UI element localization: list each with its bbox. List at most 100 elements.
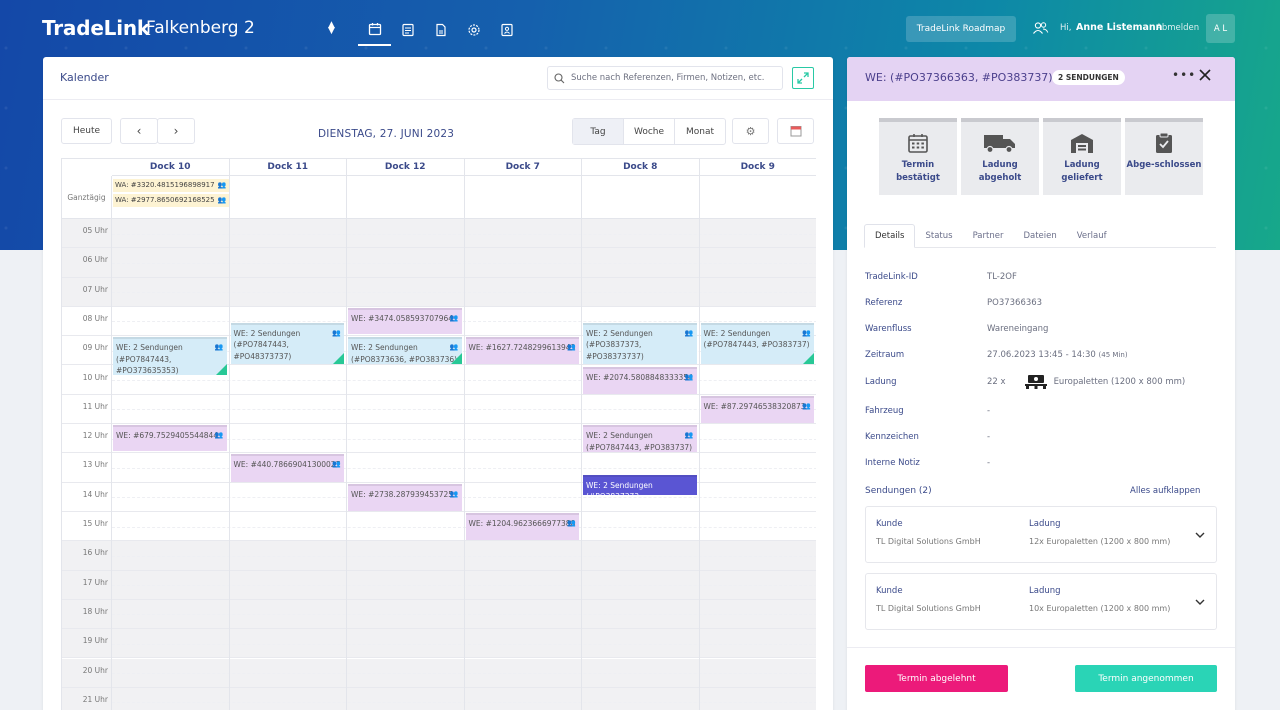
dock-column-header[interactable]: Dock 12: [347, 159, 465, 176]
accept-button[interactable]: Termin angenommen: [1075, 665, 1217, 692]
people-icon: 👥: [332, 328, 341, 337]
chevron-right-icon: ›: [173, 124, 179, 138]
allday-cell[interactable]: [582, 176, 700, 219]
hour-label: 16 Uhr: [82, 548, 108, 558]
calendar-event[interactable]: WE: #1204.9623666977388 👥: [465, 513, 579, 541]
confirmed-corner-icon: [450, 353, 462, 365]
view-month-button[interactable]: Monat: [675, 119, 725, 144]
contacts-icon[interactable]: [490, 14, 523, 46]
calendar-event[interactable]: WE: #87.29746538320873 👥: [700, 395, 814, 424]
people-icon: 👥: [567, 343, 576, 352]
shipment-card[interactable]: Kunde Ladung TL Digital Solutions GmbH 1…: [865, 573, 1217, 630]
calendar-settings-button[interactable]: ⚙: [732, 118, 769, 144]
hour-label: 18 Uhr: [82, 606, 108, 616]
calendar-event[interactable]: WE: #1627.7248299613943 👥: [465, 337, 579, 365]
dock-column-header[interactable]: Dock 7: [464, 159, 582, 176]
shipment-customer: TL Digital Solutions GmbH: [876, 537, 981, 546]
hour-row: 19 Uhr: [62, 629, 816, 659]
shipment-load: 10x Europaletten (1200 x 800 mm): [1029, 604, 1171, 613]
calendar-event[interactable]: WE: #440.78669041300027 👥: [230, 454, 344, 482]
allday-event[interactable]: WA: #2977.8650692168525 👥: [113, 194, 229, 207]
dock-column-header[interactable]: Dock 8: [582, 159, 700, 176]
calendar-export-button[interactable]: [777, 118, 814, 144]
search-input[interactable]: [571, 73, 771, 83]
expand-all-link[interactable]: Alles aufklappen: [1130, 486, 1200, 496]
people-icon: 👥: [449, 489, 459, 498]
location-toggle-icon[interactable]: ▲ ▼: [328, 21, 335, 36]
hour-label: 11 Uhr: [82, 401, 108, 411]
allday-cell[interactable]: [229, 176, 347, 219]
tab-details[interactable]: Details: [864, 224, 916, 248]
confirmed-corner-icon: [215, 363, 227, 375]
next-day-button[interactable]: ›: [157, 118, 195, 144]
more-options-icon[interactable]: •••: [1172, 68, 1196, 82]
dock-column-header[interactable]: Dock 9: [699, 159, 816, 176]
confirmed-corner-icon: [803, 353, 814, 365]
allday-cell[interactable]: [347, 176, 465, 219]
shipment-card[interactable]: Kunde Ladung TL Digital Solutions GmbH 1…: [865, 506, 1217, 563]
calendar-icon[interactable]: [358, 14, 391, 46]
gear-icon[interactable]: [457, 14, 490, 46]
expand-icon[interactable]: [792, 67, 814, 89]
status-step-picked-up[interactable]: Ladung abgeholt: [961, 118, 1039, 195]
view-day-button[interactable]: Tag: [573, 119, 624, 144]
tab-partner[interactable]: Partner: [963, 224, 1014, 248]
event-label: WE: 2 Sendungen (#PO7847443, #PO383737): [586, 431, 693, 452]
panel-header: WE: (#PO37366363, #PO383737) 2 SENDUNGEN…: [847, 57, 1235, 101]
logout-link[interactable]: Abmelden: [1156, 23, 1199, 33]
hour-label: 12 Uhr: [82, 431, 108, 441]
allday-event-label: WA: #2977.8650692168525: [115, 196, 215, 204]
hour-label: 06 Uhr: [82, 255, 108, 265]
allday-cell[interactable]: [699, 176, 816, 219]
status-step-confirmed[interactable]: Termin bestätigt: [879, 118, 957, 195]
calendar-event[interactable]: WE: 2 Sendungen (#PO7847443, #PO48373737…: [230, 322, 344, 365]
chevron-down-icon[interactable]: [1194, 529, 1206, 541]
close-icon[interactable]: [1198, 67, 1212, 86]
allday-event[interactable]: WA: #3320.4815196898917 👥: [113, 179, 229, 192]
status-step-completed[interactable]: Abge-schlossen: [1125, 118, 1203, 195]
user-name[interactable]: Anne Listemann: [1076, 22, 1162, 33]
calendar-event[interactable]: WE: 2 Sendungen (#PO3837373...: [583, 474, 697, 495]
chevron-down-icon[interactable]: [1194, 596, 1206, 608]
dock-column-header[interactable]: Dock 11: [229, 159, 347, 176]
view-week-button[interactable]: Woche: [624, 119, 675, 144]
shipment-customer: TL Digital Solutions GmbH: [876, 604, 981, 613]
brand-logo[interactable]: TradeLink: [42, 16, 150, 40]
calendar-event[interactable]: WE: 2 Sendungen (#PO7847443, #PO383737) 👥: [700, 322, 814, 365]
calendar-event[interactable]: WE: 2 Sendungen (#PO7847443, #PO37363535…: [113, 337, 227, 375]
hour-label: 19 Uhr: [82, 636, 108, 646]
appointment-panel: WE: (#PO37366363, #PO383737) 2 SENDUNGEN…: [847, 57, 1235, 710]
today-button[interactable]: Heute: [61, 118, 112, 144]
avatar[interactable]: A L: [1206, 14, 1235, 43]
event-label: WE: #87.29746538320873: [703, 401, 806, 411]
allday-cell[interactable]: [464, 176, 582, 219]
calendar-event[interactable]: WE: #2738.287939453725 👥: [348, 483, 462, 511]
people-icon: 👥: [802, 401, 811, 410]
calendar-event[interactable]: WE: 2 Sendungen (#PO8373636, #PO383736) 👥: [348, 337, 462, 365]
people-icon: 👥: [217, 196, 227, 204]
list-icon[interactable]: [391, 14, 424, 46]
tab-history[interactable]: Verlauf: [1067, 224, 1117, 248]
event-label: WE: #2738.287939453725: [351, 489, 454, 499]
calendar-event[interactable]: WE: #2074.5808848333354 👥: [583, 366, 697, 394]
calendar-event[interactable]: WE: #3474.058593707964 👥: [348, 307, 462, 334]
prev-day-button[interactable]: ‹: [120, 118, 158, 144]
location-name[interactable]: Falkenberg 2: [146, 18, 255, 38]
status-step-delivered[interactable]: Ladung geliefert: [1043, 118, 1121, 195]
reject-button[interactable]: Termin abgelehnt: [865, 665, 1008, 692]
tab-status[interactable]: Status: [915, 224, 962, 248]
document-icon[interactable]: [424, 14, 457, 46]
users-icon[interactable]: [1032, 20, 1049, 39]
roadmap-button[interactable]: TradeLink Roadmap: [906, 16, 1016, 42]
calendar-event[interactable]: WE: 2 Sendungen (#PO3837373, #PO38373737…: [583, 322, 697, 365]
detail-label: Zeitraum: [865, 350, 905, 360]
truck-icon: [984, 135, 1015, 154]
detail-value: -: [987, 406, 991, 416]
event-label: WE: 2 Sendungen (#PO8373636, #PO383736): [351, 343, 458, 364]
dock-column-header[interactable]: Dock 10: [112, 159, 230, 176]
tab-files[interactable]: Dateien: [1013, 224, 1066, 248]
calendar-event[interactable]: WE: #679.7529405544844 👥: [113, 425, 227, 451]
detail-value: PO37366363: [987, 298, 1043, 308]
hour-row: 07 Uhr: [62, 277, 816, 307]
calendar-event[interactable]: WE: 2 Sendungen (#PO7847443, #PO383737) 👥: [583, 425, 697, 453]
